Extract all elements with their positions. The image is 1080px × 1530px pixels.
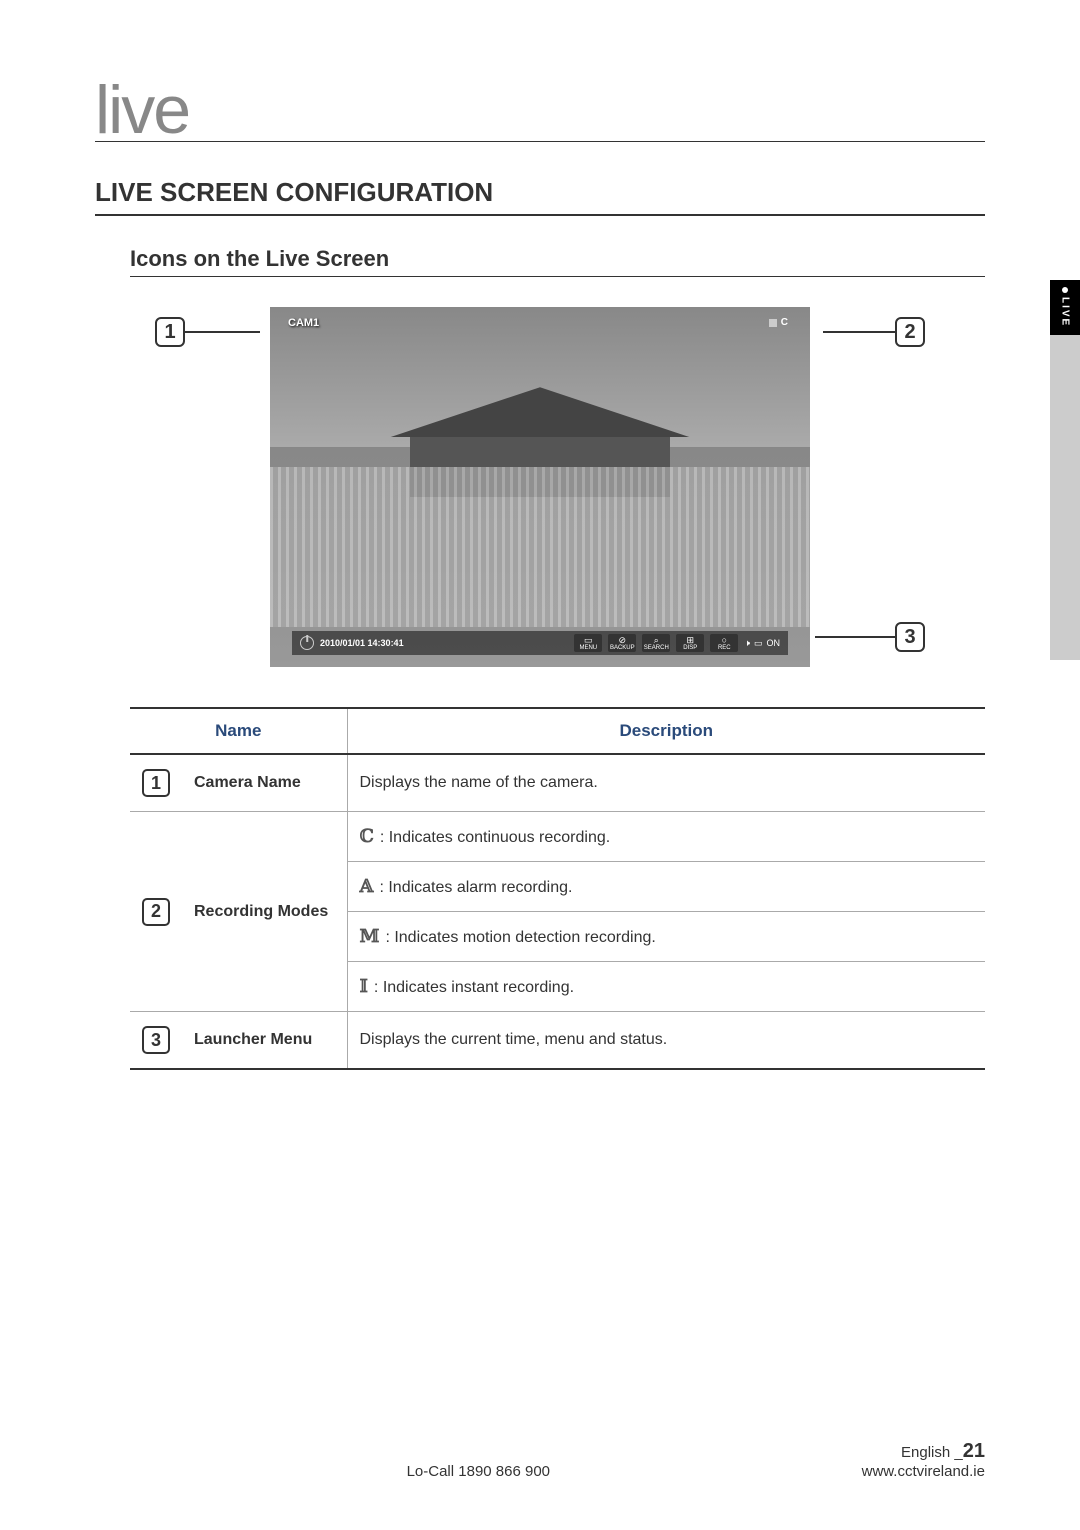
side-tab: LIVE	[1050, 280, 1080, 660]
row-number: 2	[142, 898, 170, 926]
status-icons: 🕨 ▭ ON	[744, 638, 780, 649]
section-heading: LIVE SCREEN CONFIGURATION	[95, 177, 985, 216]
tab-bullet-icon	[1062, 287, 1068, 293]
callout-number: 1	[155, 317, 185, 347]
recording-mode-letter: C	[781, 317, 788, 328]
motion-recording-icon: 𝕄	[360, 926, 380, 947]
mode-description: 𝔸: Indicates alarm recording.	[347, 862, 985, 912]
alarm-recording-icon: 𝔸	[360, 876, 374, 897]
mode-description: ℂ: Indicates continuous recording.	[347, 812, 985, 862]
icons-description-table: Name Description 1 Camera Name Displays …	[130, 707, 985, 1070]
row-name: Camera Name	[182, 754, 347, 812]
disp-button: ⊞DISP	[676, 634, 704, 652]
table-row: 1 Camera Name Displays the name of the c…	[130, 754, 985, 812]
row-number: 1	[142, 769, 170, 797]
figure-container: 1 2 3 CAM1 C 2010/01/01 14:30	[95, 307, 985, 667]
launcher-bar: 2010/01/01 14:30:41 ▭MENU ⊘BACKUP ⌕SEARC…	[292, 631, 788, 655]
page-number: 21	[963, 1440, 985, 1462]
backup-button: ⊘BACKUP	[608, 634, 636, 652]
row-name: Recording Modes	[182, 812, 347, 1012]
tab-label: LIVE	[1060, 297, 1071, 327]
search-button: ⌕SEARCH	[642, 634, 670, 652]
audio-off-icon: 🕨	[744, 638, 750, 649]
continuous-recording-icon: ℂ	[360, 826, 374, 847]
rec-button: ○REC	[710, 634, 738, 652]
table-row: 2 Recording Modes ℂ: Indicates continuou…	[130, 812, 985, 862]
row-name: Launcher Menu	[182, 1012, 347, 1070]
recording-indicator: C	[769, 317, 788, 328]
row-description: Displays the name of the camera.	[347, 754, 985, 812]
instant-recording-icon: 𝕀	[360, 976, 368, 997]
callout-number: 3	[895, 622, 925, 652]
row-number: 3	[142, 1026, 170, 1054]
timestamp: 2010/01/01 14:30:41	[320, 638, 404, 648]
row-description: Displays the current time, menu and stat…	[347, 1012, 985, 1070]
footer-language: English _	[901, 1444, 963, 1461]
keyboard-icon: ▭	[754, 638, 763, 649]
table-row: 3 Launcher Menu Displays the current tim…	[130, 1012, 985, 1070]
mode-description: 𝕄: Indicates motion detection recording.	[347, 912, 985, 962]
status-on-label: ON	[767, 638, 781, 648]
menu-button: ▭MENU	[574, 634, 602, 652]
recording-square-icon	[769, 319, 777, 327]
footer-phone: Lo-Call 1890 866 900	[407, 1463, 550, 1480]
callout-1: 1	[155, 317, 260, 347]
subsection-heading: Icons on the Live Screen	[130, 246, 985, 277]
power-icon	[300, 636, 314, 650]
live-screen-screenshot: CAM1 C 2010/01/01 14:30:41 ▭MENU ⊘BACKUP…	[270, 307, 810, 667]
callout-3: 3	[815, 622, 925, 652]
callout-2: 2	[823, 317, 925, 347]
footer-url: www.cctvireland.ie	[862, 1463, 985, 1480]
table-header-description: Description	[347, 708, 985, 754]
camera-name-label: CAM1	[288, 317, 319, 329]
page-footer: Lo-Call 1890 866 900 English _21 www.cct…	[95, 1440, 985, 1480]
table-header-name: Name	[130, 708, 347, 754]
mode-description: 𝕀: Indicates instant recording.	[347, 962, 985, 1012]
callout-number: 2	[895, 317, 925, 347]
chapter-title: live	[95, 80, 985, 142]
